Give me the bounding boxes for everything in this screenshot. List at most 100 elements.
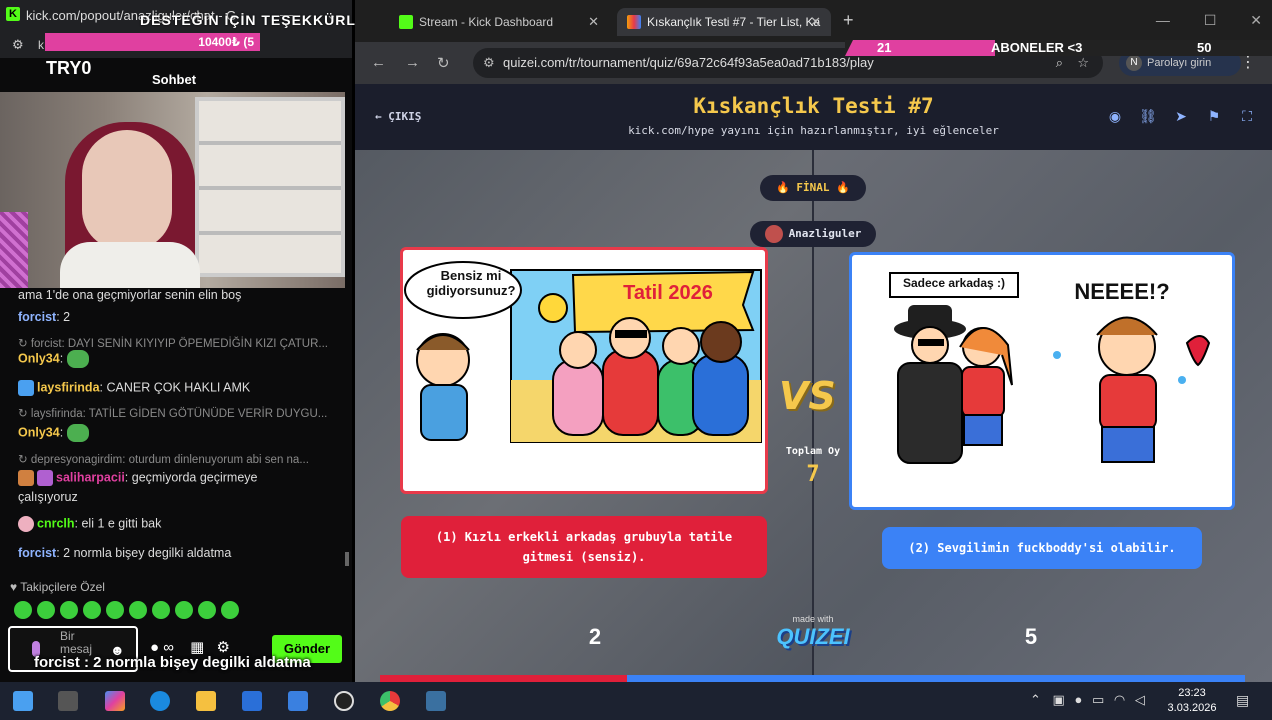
streamer-body xyxy=(60,242,200,288)
vote-bar-right xyxy=(627,675,1245,682)
option-caption-right[interactable]: (2) Sevgilimin fuckboddy'si olabilir. xyxy=(882,527,1202,569)
emote-icon[interactable] xyxy=(14,601,32,619)
chat-message: ↻ depresyonagirdim: oturdum dinlenuyorum… xyxy=(18,454,309,466)
clock[interactable]: 23:23 3.03.2026 xyxy=(1160,686,1224,716)
chat-messages: ama 1'de ona geçmiyorlar senin elin boş f… xyxy=(0,288,352,578)
subscriber-goal-bar: 21 ABONELER <3 50 xyxy=(845,40,1272,56)
quiz-page: ← ÇIKIŞ Kıskançlık Testi #7 kick.com/hyp… xyxy=(355,84,1272,682)
reload-icon[interactable]: ↻ xyxy=(437,54,450,72)
send-icon[interactable]: ➤ xyxy=(1170,108,1192,125)
score-left: 2 xyxy=(588,624,602,649)
back-icon[interactable]: ← xyxy=(371,54,386,71)
right-speech-box: Sadece arkadaş :) xyxy=(902,276,1006,290)
maximize-icon[interactable]: ☐ xyxy=(1204,12,1217,28)
author-avatar xyxy=(764,225,783,243)
chat-message: ↻ laysfirinda: TATİLE GİDEN GÖTÜNÜDE VER… xyxy=(18,408,328,420)
obs-icon[interactable] xyxy=(334,691,354,711)
notification-icon[interactable]: ▤ xyxy=(1236,692,1249,709)
chat-username[interactable]: Only34 xyxy=(18,351,60,365)
chat-username[interactable]: laysfirinda xyxy=(37,380,100,394)
edge-icon[interactable] xyxy=(150,691,170,711)
minimize-icon[interactable]: — xyxy=(1156,12,1170,28)
quiz-toolbar: ◉ ⛓ ➤ ⚑ ⛶ xyxy=(1093,108,1258,125)
app-icon[interactable] xyxy=(426,691,446,711)
chat-username[interactable]: forcist xyxy=(18,310,56,324)
emote-icon[interactable] xyxy=(83,601,101,619)
profile-avatar: N xyxy=(1126,55,1142,71)
bookshelf xyxy=(195,97,345,277)
new-tab-icon[interactable]: + xyxy=(843,10,854,31)
emote-icon[interactable] xyxy=(198,601,216,619)
wifi-icon[interactable]: ◠ xyxy=(1114,692,1125,707)
url-text: quizei.com/tr/tournament/quiz/69a72c64f9… xyxy=(503,55,874,70)
emote-icon[interactable] xyxy=(152,601,170,619)
webcam-overlay xyxy=(0,92,345,288)
fullscreen-icon[interactable]: ⛶ xyxy=(1236,108,1258,125)
emote-icon[interactable] xyxy=(175,601,193,619)
chat-message: forcist: 2 normla bişey degilki aldatma xyxy=(18,546,232,560)
emote-icon[interactable] xyxy=(221,601,239,619)
copilot-icon[interactable] xyxy=(105,691,125,711)
site-settings-icon[interactable]: ⚙ xyxy=(12,37,24,53)
forward-icon[interactable]: → xyxy=(405,54,420,71)
camera-icon[interactable]: ▣ xyxy=(1053,692,1065,707)
chat-message: forcist: 2 xyxy=(18,310,71,324)
close-icon[interactable]: ✕ xyxy=(810,8,821,36)
kick-logo-icon: K xyxy=(6,7,20,21)
outlook-icon[interactable] xyxy=(288,691,308,711)
file-explorer-icon[interactable] xyxy=(196,691,216,711)
emote-icon[interactable] xyxy=(129,601,147,619)
pink-decoration xyxy=(0,212,28,288)
chat-username[interactable]: Only34 xyxy=(18,425,60,439)
flag-icon[interactable]: ⚑ xyxy=(1203,108,1225,125)
site-info-icon[interactable]: ⚙ xyxy=(483,48,495,78)
task-view-icon[interactable] xyxy=(58,691,78,711)
profile-label: Parolayı girin xyxy=(1147,57,1212,69)
chat-scrollbar[interactable] xyxy=(345,552,349,566)
tab-strip: Stream - Kick Dashboard ✕ Kıskançlık Tes… xyxy=(355,0,1272,42)
quiz-header: ← ÇIKIŞ Kıskançlık Testi #7 kick.com/hyp… xyxy=(355,84,1272,150)
chat-message: cnrclh: eli 1 e gitti bak xyxy=(18,516,338,532)
popout-address[interactable]: k xyxy=(38,38,44,52)
window-controls: — ☐ ✕ xyxy=(1156,12,1262,29)
eye-icon[interactable]: ◉ xyxy=(1104,108,1126,125)
close-window-icon[interactable]: ✕ xyxy=(1250,12,1262,28)
emote-icon[interactable] xyxy=(60,601,78,619)
store-app-icon[interactable] xyxy=(242,691,262,711)
quizei-logo[interactable]: QUIZEI xyxy=(767,624,859,650)
close-icon[interactable]: ✕ xyxy=(588,8,599,36)
subscriber-current: 21 xyxy=(877,40,892,55)
taskbar: ⌃ ▣ ● ▭ ◠ ◁ 23:23 3.03.2026 ▤ xyxy=(0,682,1272,720)
frog-emote-icon xyxy=(66,424,89,442)
option-caption-left[interactable]: (1) Kızlı erkekli arkadaş grubuyla tatil… xyxy=(401,516,767,578)
mic-tray-icon[interactable]: ● xyxy=(1074,692,1082,707)
made-with-label: made with xyxy=(792,614,834,624)
reply-preview: forcist: DAYI SENİN KIYIYIP ÖPEMEDİĞİN K… xyxy=(30,338,328,350)
battery-icon[interactable]: ▭ xyxy=(1092,692,1104,707)
message-text: eli 1 e gitti bak xyxy=(81,516,162,531)
emote-bar[interactable] xyxy=(14,601,344,621)
tab-quiz[interactable]: Kıskançlık Testi #7 - Tier List, Ka ✕ xyxy=(617,8,831,36)
chat-username[interactable]: forcist xyxy=(18,546,56,560)
quiz-subtitle: kick.com/hype yayını için hazırlanmıştır… xyxy=(628,124,999,137)
chrome-icon[interactable] xyxy=(380,691,400,711)
message-text: ama 1'de ona geçmiyorlar senin elin boş xyxy=(18,288,242,302)
link-icon[interactable]: ⛓ xyxy=(1137,108,1159,125)
subscriber-label: ABONELER <3 xyxy=(991,40,1083,55)
author-badge[interactable]: Anazliguler xyxy=(750,221,876,247)
chat-message: laysfirinda: CANER ÇOK HAKLI AMK xyxy=(18,380,338,396)
total-votes-value: 7 xyxy=(806,462,820,487)
emote-icon[interactable] xyxy=(37,601,55,619)
chevron-up-icon[interactable]: ⌃ xyxy=(1030,692,1041,707)
clock-time: 23:23 xyxy=(1178,687,1206,699)
chat-message: saliharpacii: geçmiyorda geçirmeye xyxy=(18,470,338,486)
windows-start-icon[interactable] xyxy=(13,691,33,711)
emote-icon[interactable] xyxy=(106,601,124,619)
volume-icon[interactable]: ◁ xyxy=(1135,692,1145,707)
option-card-right[interactable]: Sadece arkadaş :) NEEEE!? xyxy=(849,252,1235,510)
message-text: 2 xyxy=(63,310,71,324)
option-card-left[interactable]: Bensiz mi gidiyorsunuz? Tatil 2026 xyxy=(400,247,768,494)
chat-username[interactable]: cnrclh xyxy=(37,516,75,530)
tab-kick-dashboard[interactable]: Stream - Kick Dashboard ✕ xyxy=(389,8,609,36)
chat-username[interactable]: saliharpacii xyxy=(56,470,125,484)
